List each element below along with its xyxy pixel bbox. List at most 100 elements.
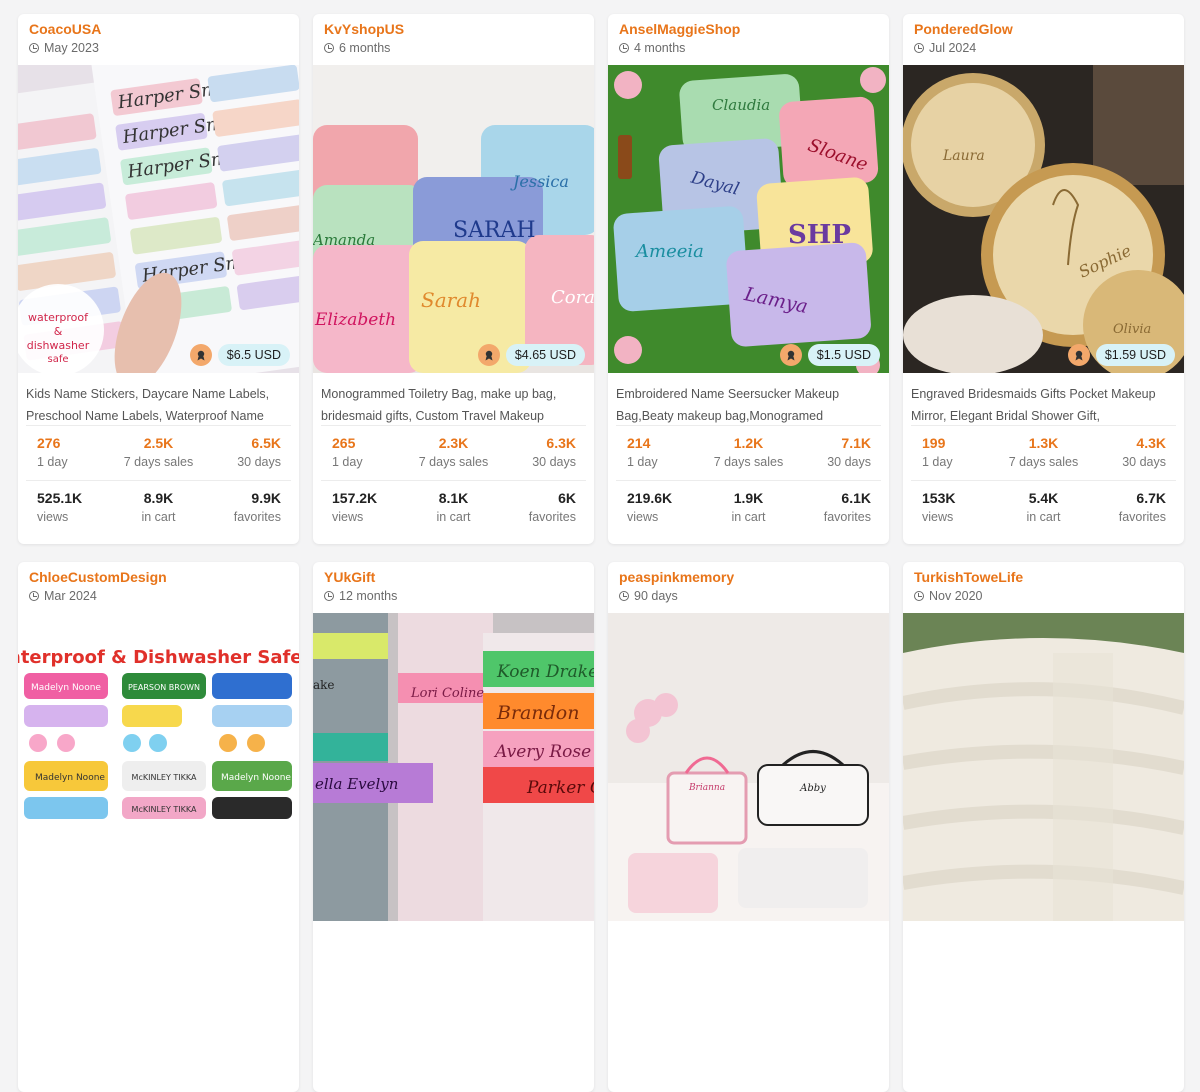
shop-age: May 2023 [29, 41, 99, 55]
price-label: $1.5 USD [807, 344, 880, 366]
favorites-value: 9.9K [251, 490, 281, 506]
product-image[interactable]: Laura Sophie Olivia $1.59 USD [903, 65, 1184, 373]
sales-1day-value: 199 [922, 435, 946, 451]
sales-1day-value: 214 [627, 435, 651, 451]
sales-30day-value: 6.3K [546, 435, 576, 451]
product-title-line: Mirror, Elegant Bridal Shower Gift, [911, 409, 1100, 423]
sales-1day-label: 1 day [922, 455, 953, 469]
shop-age-text: 4 months [634, 41, 686, 55]
sales-1day-value: 276 [37, 435, 61, 451]
clock-icon [29, 43, 39, 53]
image-text: Madelyn Noone [31, 683, 101, 693]
clock-icon [914, 43, 924, 53]
sales-stats: 276 1 day 2.5K 7 days sales 6.5K 30 days [18, 426, 299, 480]
image-text: Cora [551, 287, 594, 308]
product-image-bridal-bags: Brianna Abby [608, 613, 889, 921]
image-text: Jessica [510, 172, 569, 191]
sales-1day-label: 1 day [332, 455, 363, 469]
cart-value: 1.9K [733, 490, 764, 506]
award-icon [1067, 344, 1090, 366]
views-label: views [37, 510, 69, 524]
cart-value: 8.9K [143, 490, 174, 506]
product-card[interactable]: peaspinkmemory 90 days Brianna Abby [608, 562, 889, 1092]
product-card[interactable]: YUkGift 12 months Koen Drake Brandon Ave… [313, 562, 594, 1092]
product-image-sticker-sheets: Harper Smith Harper Smith Harper Smith H… [18, 65, 299, 373]
image-text: Sarah [421, 288, 481, 312]
product-title-line: Kids Name Stickers, Daycare Name Labels, [26, 387, 270, 401]
image-text: Brianna [688, 783, 725, 793]
product-image-toiletry-bags: SARAH Sarah Elizabeth Jessica Amanda Cor… [313, 65, 594, 373]
image-text: ake [313, 678, 335, 692]
favorites-value: 6K [558, 490, 576, 506]
product-title[interactable]: Embroidered Name Seersucker Makeup Bag,B… [608, 373, 889, 425]
price-tag: $1.59 USD [1067, 344, 1175, 366]
product-card[interactable]: TurkishToweLife Nov 2020 [903, 562, 1184, 1092]
card-header: AnselMaggieShop 4 months [608, 14, 889, 65]
price-label: $1.59 USD [1095, 344, 1175, 366]
shop-age-text: 12 months [339, 589, 398, 603]
image-text: Olivia [1113, 322, 1151, 337]
sales-30day-value: 6.5K [251, 435, 281, 451]
product-image[interactable]: Waterproof & Dishwasher Safe Madelyn Noo… [18, 613, 299, 921]
favorites-label: favorites [1118, 510, 1166, 524]
image-text: SHP [788, 220, 851, 250]
product-card[interactable]: ChloeCustomDesign Mar 2024 Waterproof & … [18, 562, 299, 1092]
card-header: CoacoUSA May 2023 [18, 14, 299, 65]
price-tag: $4.65 USD [477, 344, 585, 366]
shop-name-link[interactable]: KvYshopUS [324, 21, 404, 37]
price-tag: $1.5 USD [779, 344, 880, 366]
views-label: views [332, 510, 364, 524]
sales-7day-value: 1.3K [1028, 435, 1059, 451]
card-header: YUkGift 12 months [313, 562, 594, 613]
product-image-seersucker-bags: Claudia Sloane Dayal SHP Ameeia Lamya [608, 65, 889, 373]
product-title-line: Preschool Name Labels, Waterproof Name [26, 409, 264, 423]
engagement-stats: 219.6K views 1.9K in cart 6.1K favorites [608, 481, 889, 535]
cart-label: in cart [141, 510, 176, 524]
sales-7day-label: 7 days sales [1008, 455, 1079, 469]
favorites-label: favorites [233, 510, 281, 524]
product-image-name-labels: Waterproof & Dishwasher Safe Madelyn Noo… [18, 613, 299, 921]
product-image[interactable]: Claudia Sloane Dayal SHP Ameeia Lamya $1… [608, 65, 889, 373]
cart-value: 8.1K [438, 490, 469, 506]
shop-age: Jul 2024 [914, 41, 976, 55]
views-label: views [627, 510, 659, 524]
product-image[interactable]: Brianna Abby [608, 613, 889, 921]
sales-30day-value: 4.3K [1136, 435, 1166, 451]
product-image-silicone-bands: Koen Drake Brandon Avery Rose Parker G L… [313, 613, 594, 921]
product-card[interactable]: AnselMaggieShop 4 months Claudia Sloane … [608, 14, 889, 544]
product-image-compact-mirrors: Laura Sophie Olivia [903, 65, 1184, 373]
product-title[interactable]: Engraved Bridesmaids Gifts Pocket Makeup… [903, 373, 1184, 425]
product-image[interactable]: SARAH Sarah Elizabeth Jessica Amanda Cor… [313, 65, 594, 373]
favorites-label: favorites [823, 510, 871, 524]
shop-name-link[interactable]: AnselMaggieShop [619, 21, 740, 37]
sales-7day-label: 7 days sales [123, 455, 194, 469]
product-card[interactable]: CoacoUSA May 2023 Harper Smith Harper Sm… [18, 14, 299, 544]
award-icon [189, 344, 212, 366]
image-text: Avery Rose [493, 742, 591, 762]
product-image[interactable] [903, 613, 1184, 921]
shop-age: 90 days [619, 589, 678, 603]
sales-30day-label: 30 days [1122, 455, 1166, 469]
sales-30day-label: 30 days [532, 455, 576, 469]
shop-name-link[interactable]: CoacoUSA [29, 21, 101, 37]
shop-name-link[interactable]: PonderedGlow [914, 21, 1013, 37]
views-value: 219.6K [627, 490, 673, 506]
product-card[interactable]: KvYshopUS 6 months SARAH Sarah Elizabeth… [313, 14, 594, 544]
shop-name-link[interactable]: ChloeCustomDesign [29, 569, 167, 585]
product-image[interactable]: Harper Smith Harper Smith Harper Smith H… [18, 65, 299, 373]
shop-age-text: Mar 2024 [44, 589, 97, 603]
product-title-line: bridesmaid gifts, Custom Travel Makeup [321, 409, 545, 423]
product-image[interactable]: Koen Drake Brandon Avery Rose Parker G L… [313, 613, 594, 921]
image-text: Madelyn Noone [221, 773, 291, 783]
image-text: Lori Coline [410, 686, 484, 701]
product-card[interactable]: PonderedGlow Jul 2024 Laura Sophie Olivi… [903, 14, 1184, 544]
views-value: 157.2K [332, 490, 378, 506]
sales-7day-label: 7 days sales [418, 455, 489, 469]
product-title[interactable]: Monogrammed Toiletry Bag, make up bag, b… [313, 373, 594, 425]
shop-name-link[interactable]: YUkGift [324, 569, 375, 585]
award-icon [477, 344, 500, 366]
shop-name-link[interactable]: TurkishToweLife [914, 569, 1023, 585]
cart-label: in cart [1026, 510, 1061, 524]
shop-name-link[interactable]: peaspinkmemory [619, 569, 734, 585]
product-title[interactable]: Kids Name Stickers, Daycare Name Labels,… [18, 373, 299, 425]
